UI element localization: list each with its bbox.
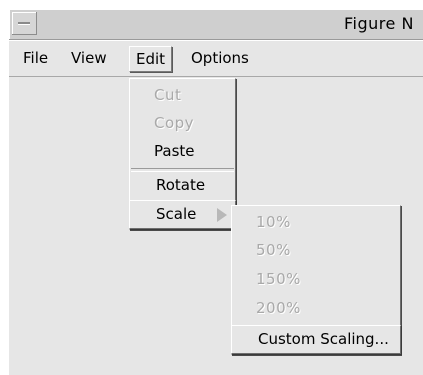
menu-item-paste[interactable]: Paste [130,138,235,165]
menu-view[interactable]: View [65,46,113,70]
submenu-item-50[interactable]: 50% [232,237,400,264]
menu-item-scale[interactable]: Scale [129,200,236,229]
window-menu-icon[interactable] [12,12,37,35]
menu-options[interactable]: Options [185,46,255,70]
submenu-item-custom-scaling[interactable]: Custom Scaling... [231,325,401,354]
edit-menu-dropdown: Cut Copy Paste Rotate Scale [129,78,236,230]
scale-submenu: 10% 50% 150% 200% Custom Scaling... [231,205,401,355]
menu-file[interactable]: File [17,46,54,70]
figure-window: Figure N File View Edit Options Cut Copy… [8,8,423,375]
menu-item-scale-label: Scale [156,205,197,223]
submenu-item-200[interactable]: 200% [232,295,400,322]
menu-item-cut[interactable]: Cut [130,82,235,109]
menu-item-copy[interactable]: Copy [130,110,235,137]
submenu-item-10[interactable]: 10% [232,209,400,236]
menu-item-rotate[interactable]: Rotate [130,172,235,199]
submenu-item-150[interactable]: 150% [232,266,400,293]
menu-edit[interactable]: Edit [129,46,173,72]
submenu-arrow-icon [217,208,227,222]
menu-bar: File View Edit Options [9,40,423,77]
title-bar[interactable]: Figure N [9,9,423,40]
window-title: Figure N [344,14,414,33]
